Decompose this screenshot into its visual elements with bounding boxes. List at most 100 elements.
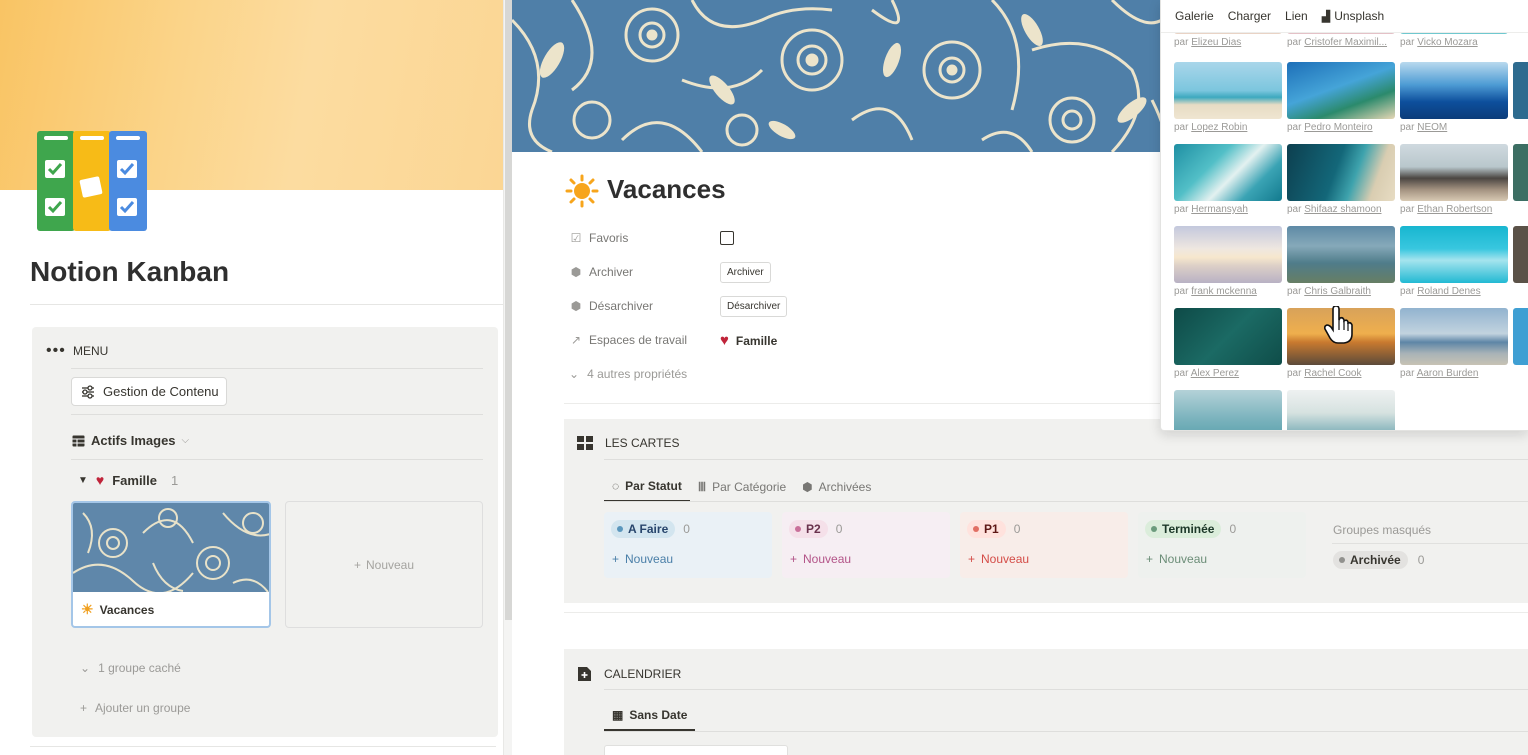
calendar-plus-icon [578,667,591,681]
photo-author[interactable]: Hermansyah [1191,204,1248,215]
tab-charger[interactable]: Charger [1221,9,1278,23]
unsplash-photo[interactable]: par Ethan Robertson [1400,144,1508,215]
status-tag[interactable]: Terminée [1145,520,1222,538]
table-icon [72,435,85,446]
photo-author[interactable]: Roland Denes [1417,286,1480,297]
board-card[interactable]: ☀ Vacances [71,501,271,628]
add-group-button[interactable]: + Ajouter un groupe [80,701,190,715]
unsplash-icon: ▟ [1321,10,1331,23]
property-name: Archiver [589,265,634,279]
status-tag[interactable]: P1 [967,520,1006,538]
group-count: 1 [171,472,179,488]
divider [1332,543,1528,544]
kanban-logo-icon[interactable] [36,129,150,232]
calendar-card-placeholder[interactable] [604,745,788,755]
unsplash-photo-partial[interactable] [1513,226,1528,283]
photo-author[interactable]: Elizeu Dias [1191,37,1241,48]
status-tag[interactable]: Archivée [1333,551,1408,569]
triangle-down-icon[interactable]: ▼ [78,475,88,486]
more-dots-icon[interactable]: ••• [46,343,66,359]
new-card-button[interactable]: + Nouveau [790,552,851,566]
photo-author[interactable]: Rachel Cook [1304,368,1361,379]
unsplash-photo[interactable] [1174,390,1282,430]
left-pane: Notion Kanban ••• MENU Gestion de Conten… [0,0,503,755]
new-card-button[interactable]: + Nouveau [285,501,483,628]
photo-author[interactable]: Alex Perez [1191,368,1239,379]
board-group-famille[interactable]: ▼ ♥ Famille 1 [78,472,178,488]
board-column-terminee: Terminée 0 + Nouveau [1138,512,1306,578]
property-name: Désarchiver [589,299,654,313]
photo-author[interactable]: Pedro Monteiro [1304,122,1372,133]
pane-scrollbar[interactable] [503,0,513,755]
unsplash-photo[interactable] [1287,390,1395,430]
unsplash-photo[interactable]: par Alex Perez [1174,308,1282,379]
desarchiver-button[interactable]: Désarchiver [720,296,788,317]
photo-author[interactable]: NEOM [1417,122,1447,133]
photo-author[interactable]: Cristofer Maximil... [1304,37,1387,48]
photo-author[interactable]: Lopez Robin [1191,122,1247,133]
hidden-group-archivee[interactable]: Archivée 0 [1333,551,1424,569]
column-count: 0 [835,522,843,536]
unsplash-photo[interactable]: par Lopez Robin [1174,62,1282,133]
photo-author[interactable]: Aaron Burden [1417,368,1479,379]
status-tag[interactable]: P2 [789,520,828,538]
property-desarchiver[interactable]: ⬢ Désarchiver [569,299,721,313]
new-card-button[interactable]: + Nouveau [1146,552,1207,566]
chevron-down-icon[interactable]: ⌵ [182,435,190,446]
unsplash-photo-partial[interactable] [1513,308,1528,365]
property-archiver[interactable]: ⬢ Archiver [569,265,721,279]
new-card-button[interactable]: + Nouveau [612,552,673,566]
column-count: 0 [683,522,690,536]
unsplash-photo-partial[interactable] [1513,144,1528,201]
unsplash-photo[interactable]: par Aaron Burden [1400,308,1508,379]
photo-author[interactable]: frank mckenna [1191,286,1257,297]
page-title[interactable]: Vacances [607,174,726,205]
checkbox-icon: ☑ [570,231,582,245]
divider [71,459,483,460]
tab-par-statut[interactable]: ◌ Par Statut [604,479,690,502]
page-title-left: Notion Kanban [30,256,230,287]
property-favoris[interactable]: ☑ Favoris [569,231,721,245]
divider [604,731,1528,732]
divider [564,612,1528,613]
divider [30,304,503,305]
board-column-p1: P1 0 + Nouveau [960,512,1128,578]
board-column-a-faire: A Faire 0 + Nouveau [604,512,772,578]
unsplash-photo[interactable]: par Hermansyah [1174,144,1282,215]
tab-lien[interactable]: Lien [1278,9,1315,23]
divider [71,368,483,369]
photo-author[interactable]: Chris Galbraith [1304,286,1371,297]
archiver-button[interactable]: Archiver [720,262,771,283]
unsplash-photo-partial[interactable] [1513,62,1528,119]
tab-archivees[interactable]: ⬢ Archivées [794,479,879,502]
hidden-groups-toggle[interactable]: ⌄ 1 groupe caché [80,661,181,675]
unsplash-photo[interactable]: par NEOM [1400,62,1508,133]
calendrier-header: CALENDRIER [577,666,681,682]
photo-author[interactable]: Vicko Mozara [1417,37,1477,48]
chevron-down-icon: ⌄ [80,661,91,675]
favoris-checkbox[interactable] [720,231,734,245]
hidden-groups-label: Groupes masqués [1333,523,1432,537]
property-espaces[interactable]: ↗ Espaces de travail [569,333,721,347]
tab-galerie[interactable]: Galerie [1168,9,1221,23]
database-title[interactable]: Actifs Images ⌵ [72,433,189,448]
divider [30,746,496,747]
new-card-button[interactable]: + Nouveau [968,552,1029,566]
tab-par-categorie[interactable]: Ⅲ Par Catégorie [690,479,794,502]
unsplash-photo[interactable]: par Chris Galbraith [1287,226,1395,297]
tab-sans-date[interactable]: ▦ Sans Date [604,708,696,731]
tab-label: Par Statut [625,479,682,493]
unsplash-photo[interactable]: par Roland Denes [1400,226,1508,297]
photo-author[interactable]: Shifaaz shamoon [1304,204,1381,215]
photo-author[interactable]: Ethan Robertson [1417,204,1492,215]
unsplash-photo[interactable]: par Shifaaz shamoon [1287,144,1395,215]
unsplash-photo[interactable]: par frank mckenna [1174,226,1282,297]
relation-famille[interactable]: ♥ Famille [720,332,777,349]
gestion-contenu-button[interactable]: Gestion de Contenu [71,377,227,406]
sun-icon[interactable] [565,174,599,208]
status-tag[interactable]: A Faire [611,520,676,538]
calendar-icon: ▦ [612,708,624,722]
unsplash-photo[interactable]: par Pedro Monteiro [1287,62,1395,133]
more-properties-toggle[interactable]: ⌄ 4 autres propriétés [569,367,687,381]
tab-unsplash[interactable]: ▟ Unsplash [1315,9,1392,23]
